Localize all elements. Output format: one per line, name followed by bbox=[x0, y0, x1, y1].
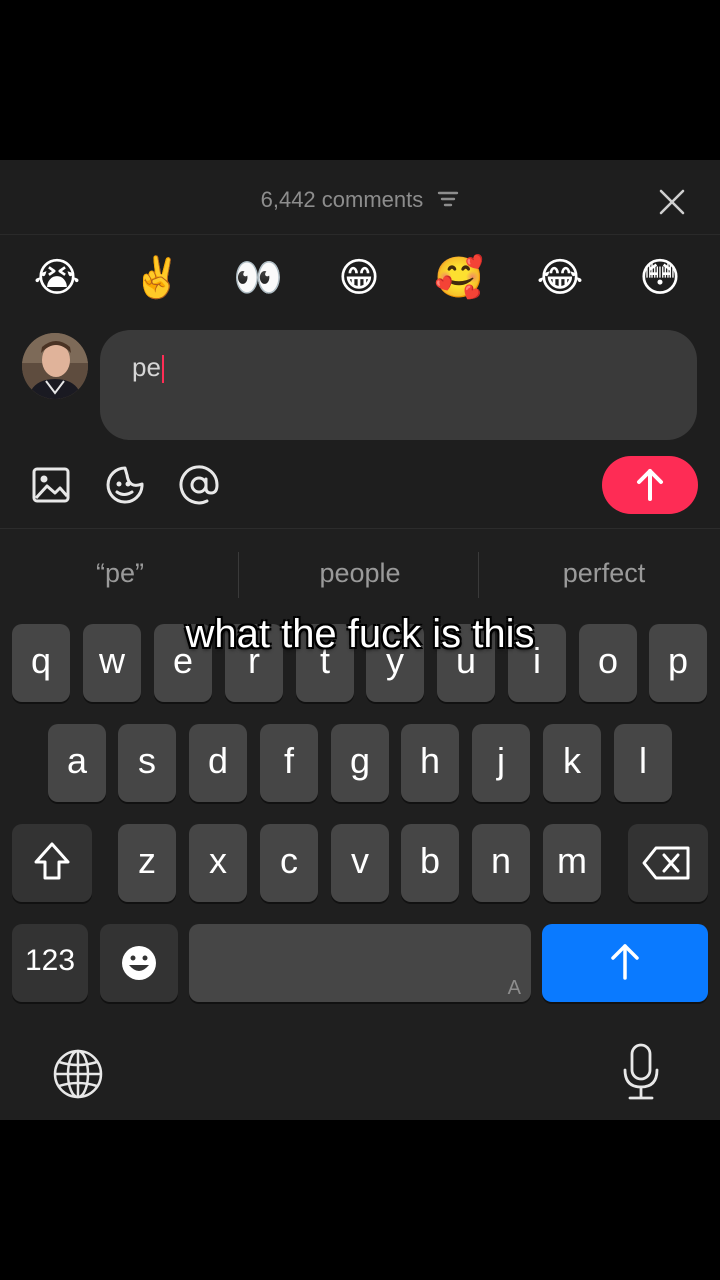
suggestion-perfect[interactable]: perfect bbox=[520, 558, 688, 594]
backspace-key[interactable] bbox=[628, 824, 708, 902]
key-m[interactable]: m bbox=[543, 824, 601, 902]
shift-key[interactable] bbox=[12, 824, 92, 902]
sticker-icon[interactable] bbox=[105, 465, 145, 505]
image-icon[interactable] bbox=[31, 465, 71, 505]
comments-count-label: 6,442 comments bbox=[260, 187, 424, 212]
emoji-crying[interactable]: 😭 bbox=[31, 252, 83, 304]
key-j[interactable]: j bbox=[472, 724, 530, 802]
key-a[interactable]: a bbox=[48, 724, 106, 802]
suggestion-literal[interactable]: “pe” bbox=[40, 558, 200, 594]
numbers-key[interactable]: 123 bbox=[12, 924, 88, 1002]
key-k[interactable]: k bbox=[543, 724, 601, 802]
key-f[interactable]: f bbox=[260, 724, 318, 802]
emoji-quick-bar: 😭 ✌️ 👀 😁 🥰 😂 😳 bbox=[0, 244, 720, 316]
key-s[interactable]: s bbox=[118, 724, 176, 802]
emoji-flushed[interactable]: 😳 bbox=[634, 252, 686, 304]
comments-header: 6,442 comments bbox=[0, 160, 720, 235]
emoji-hearts[interactable]: 🥰 bbox=[433, 252, 485, 304]
mention-icon[interactable] bbox=[178, 465, 219, 505]
avatar[interactable] bbox=[22, 333, 88, 399]
key-d[interactable]: d bbox=[189, 724, 247, 802]
emoji-victory[interactable]: ✌️ bbox=[131, 252, 183, 304]
space-key[interactable]: A bbox=[189, 924, 531, 1002]
key-l[interactable]: l bbox=[614, 724, 672, 802]
key-g[interactable]: g bbox=[331, 724, 389, 802]
close-icon[interactable] bbox=[658, 188, 686, 216]
filter-icon[interactable] bbox=[437, 188, 459, 214]
comment-input-value: pe bbox=[132, 352, 161, 382]
emoji-eyes[interactable]: 👀 bbox=[232, 252, 284, 304]
key-b[interactable]: b bbox=[401, 824, 459, 902]
key-x[interactable]: x bbox=[189, 824, 247, 902]
send-comment-button[interactable] bbox=[602, 456, 698, 514]
space-key-hint: A bbox=[507, 977, 521, 999]
emoji-keyboard-key[interactable] bbox=[100, 924, 178, 1002]
video-caption: what the fuck is this bbox=[185, 612, 535, 656]
return-key[interactable] bbox=[542, 924, 708, 1002]
key-n[interactable]: n bbox=[472, 824, 530, 902]
key-z[interactable]: z bbox=[118, 824, 176, 902]
key-h[interactable]: h bbox=[401, 724, 459, 802]
comment-input[interactable]: pe bbox=[100, 330, 697, 440]
globe-icon[interactable] bbox=[52, 1048, 104, 1100]
microphone-icon[interactable] bbox=[620, 1042, 662, 1102]
comments-count-title[interactable]: 6,442 comments bbox=[0, 187, 720, 214]
key-c[interactable]: c bbox=[260, 824, 318, 902]
text-caret bbox=[161, 355, 164, 384]
key-v[interactable]: v bbox=[331, 824, 389, 902]
emoji-grin[interactable]: 😁 bbox=[333, 252, 385, 304]
emoji-laughing[interactable]: 😂 bbox=[534, 252, 586, 304]
suggestion-people[interactable]: people bbox=[280, 558, 440, 594]
